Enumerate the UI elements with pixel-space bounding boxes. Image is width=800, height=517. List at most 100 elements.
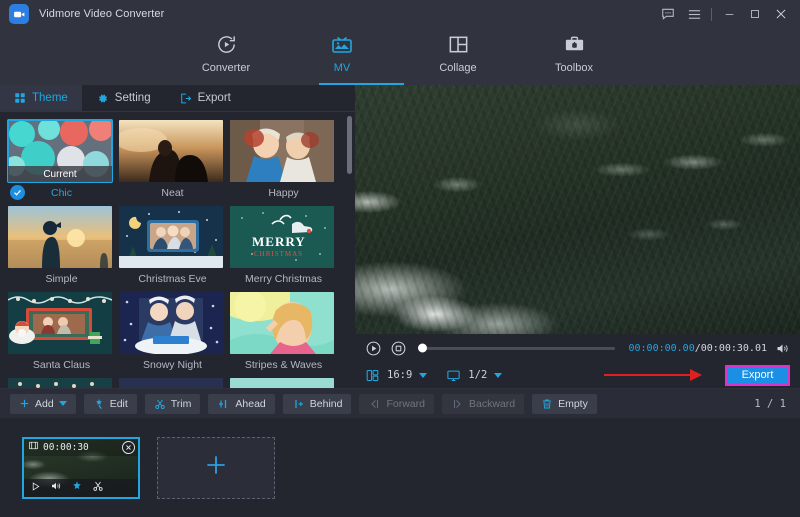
theme-name-row: Merry Christmas	[230, 268, 337, 290]
behind-label: Behind	[310, 398, 343, 410]
stop-square-icon[interactable]	[390, 340, 407, 357]
theme-card-snowy-night[interactable]: Snowy Night	[119, 292, 226, 376]
player-controls: 00:00:00.00/00:00:30.01	[355, 334, 800, 388]
nav-tab-collage[interactable]: Collage	[419, 28, 497, 74]
arrow-head	[690, 369, 702, 381]
play-circle-icon[interactable]	[365, 340, 382, 357]
theme-name-row: Simple	[8, 268, 115, 290]
theme-thumbnail	[8, 206, 112, 268]
behind-button[interactable]: Behind	[283, 394, 352, 414]
tab-setting[interactable]: Setting	[82, 85, 165, 111]
volume-icon[interactable]	[775, 341, 790, 356]
empty-button[interactable]: Empty	[532, 394, 597, 414]
theme-card-simple[interactable]: Simple	[8, 206, 115, 290]
play-icon[interactable]	[30, 479, 41, 497]
add-chevron-down-icon[interactable]	[59, 401, 67, 406]
feedback-icon[interactable]	[655, 0, 681, 28]
theme-name-row: Happy	[230, 182, 337, 204]
plus-icon	[19, 398, 30, 409]
aspect-ratio-icon[interactable]	[365, 368, 380, 383]
trim-label: Trim	[171, 398, 192, 410]
tab-setting-label: Setting	[115, 92, 151, 104]
theme-card-happy[interactable]: Happy	[230, 120, 337, 204]
theme-name-row: Stripes & Waves	[230, 354, 337, 376]
backward-button[interactable]: Backward	[442, 394, 524, 414]
theme-card-stripes-waves[interactable]: Stripes & Waves	[230, 292, 337, 376]
theme-label: Simple	[45, 273, 77, 285]
theme-thumbnail	[119, 206, 223, 268]
move-forward-icon	[368, 398, 381, 410]
backward-label: Backward	[469, 398, 515, 410]
theme-label: Stripes & Waves	[245, 359, 322, 371]
export-button[interactable]: Export	[725, 365, 790, 386]
theme-card-partial-3[interactable]	[230, 378, 337, 388]
converter-icon	[215, 31, 238, 57]
theme-label: Merry Christmas	[245, 273, 322, 285]
minimize-icon[interactable]	[716, 0, 742, 28]
theme-card-merry-christmas[interactable]: MERRY CHRISTMAS Merry Christmas	[230, 206, 337, 290]
trim-button[interactable]: Trim	[145, 394, 201, 414]
theme-thumbnail: Current	[8, 120, 112, 182]
seek-knob[interactable]	[418, 344, 427, 353]
theme-label: Chic	[51, 187, 72, 199]
video-preview[interactable]	[355, 85, 800, 334]
scissors-icon	[154, 398, 166, 410]
theme-thumbnail	[119, 378, 223, 388]
ahead-button[interactable]: Ahead	[208, 394, 274, 414]
collage-icon	[447, 31, 470, 57]
theme-card-partial-2[interactable]	[119, 378, 226, 388]
nav-label-mv: MV	[334, 62, 351, 74]
theme-scrollbar[interactable]	[347, 116, 352, 388]
effects-icon[interactable]	[71, 479, 83, 497]
app-logo	[9, 4, 29, 24]
add-clip-placeholder[interactable]	[157, 437, 275, 499]
theme-thumbnail	[8, 292, 112, 354]
nav-label-converter: Converter	[202, 62, 250, 74]
tab-theme[interactable]: Theme	[0, 85, 82, 111]
seek-bar[interactable]	[419, 347, 615, 350]
theme-name-row: Christmas Eve	[119, 268, 226, 290]
theme-card-christmas-eve[interactable]: Christmas Eve	[119, 206, 226, 290]
theme-card-santa-claus[interactable]: Santa Claus	[8, 292, 115, 376]
close-circle-icon[interactable]	[122, 441, 135, 454]
edit-label: Edit	[110, 398, 128, 410]
clip-action-toolbar: Add Edit Trim	[0, 388, 800, 418]
magic-wand-icon	[93, 398, 105, 410]
trim-icon[interactable]	[92, 479, 104, 497]
move-backward-icon	[451, 398, 464, 410]
nav-tab-mv[interactable]: MV	[303, 28, 381, 74]
app-title: Vidmore Video Converter	[39, 8, 164, 20]
theme-label: Christmas Eve	[138, 273, 206, 285]
insert-ahead-icon	[217, 398, 230, 410]
edit-button[interactable]: Edit	[84, 394, 137, 414]
scrollbar-thumb[interactable]	[347, 116, 352, 174]
forward-button[interactable]: Forward	[359, 394, 434, 414]
volume-icon[interactable]	[50, 479, 62, 497]
theme-card-neat[interactable]: Neat	[119, 120, 226, 204]
toolbar-divider	[711, 8, 712, 21]
split-chevron-down-icon[interactable]	[494, 373, 502, 378]
arrow-line	[604, 374, 700, 376]
nav-tab-toolbox[interactable]: Toolbox	[535, 28, 613, 74]
add-button[interactable]: Add	[10, 394, 76, 414]
maximize-icon[interactable]	[742, 0, 768, 28]
clip-duration: 00:00:30	[43, 442, 89, 453]
aspect-ratio-chevron-down-icon[interactable]	[419, 373, 427, 378]
theme-name-row: Chic	[8, 182, 115, 204]
theme-card-chic[interactable]: Current Chic	[8, 120, 115, 204]
player-options-row: 16:9 1/2	[355, 362, 800, 388]
screen-icon[interactable]	[446, 368, 461, 383]
theme-card-partial-1[interactable]	[8, 378, 115, 388]
tab-export[interactable]: Export	[165, 85, 245, 111]
storyboard-clip[interactable]: 00:00:30	[22, 437, 140, 499]
add-label: Add	[35, 398, 54, 410]
menu-icon[interactable]	[681, 0, 707, 28]
theme-list-scroll[interactable]: Current Chic	[0, 112, 355, 388]
theme-grid: Current Chic	[0, 120, 355, 388]
close-icon[interactable]	[768, 0, 794, 28]
split-value: 1/2	[468, 369, 487, 381]
current-theme-badge: Current	[8, 166, 112, 182]
nav-tab-converter[interactable]: Converter	[187, 28, 265, 74]
theme-name-row: Neat	[119, 182, 226, 204]
theme-name-row: Snowy Night	[119, 354, 226, 376]
